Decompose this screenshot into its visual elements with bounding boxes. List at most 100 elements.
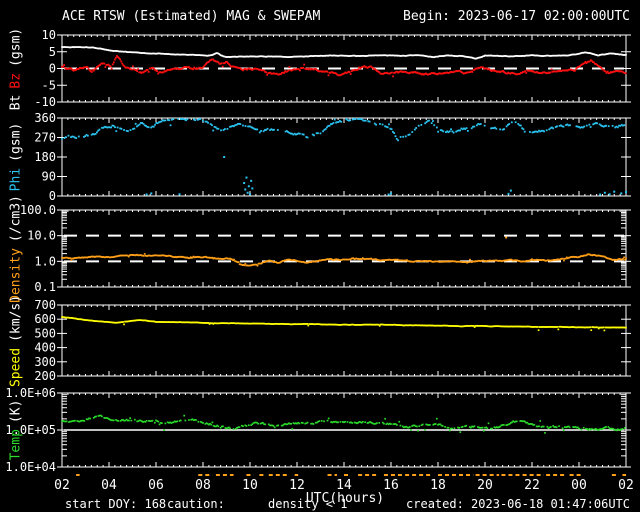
temp-trace-point	[562, 429, 565, 432]
phi-trace-point	[364, 119, 367, 122]
density-trace-point	[143, 253, 146, 255]
temp-trace-point	[238, 426, 241, 429]
phi-trace-point	[354, 118, 357, 120]
temp-trace-point	[326, 419, 329, 422]
phi-trace-point	[588, 123, 591, 126]
phi-trace-point	[133, 127, 136, 130]
axis-title-part: (K)	[8, 399, 24, 424]
phi-trace-point	[611, 124, 614, 127]
y-tick-label: 100.0	[20, 203, 56, 217]
phi-trace-point	[402, 135, 405, 138]
bz-trace-point	[112, 61, 115, 64]
bz-trace-point	[103, 62, 106, 65]
density-trace-point	[69, 257, 72, 260]
temp-trace-point	[302, 422, 304, 424]
bz-trace-point	[137, 68, 140, 70]
speed-trace-point	[557, 328, 560, 331]
y-tick-label: 5	[49, 45, 56, 59]
temp-trace-point	[580, 428, 583, 431]
temp-trace-point	[459, 431, 462, 433]
temp-trace-point	[195, 419, 197, 421]
phi-trace-point	[503, 128, 505, 131]
density-trace-point	[622, 258, 625, 260]
y-tick-label: 180	[34, 150, 56, 164]
temp-trace-point	[346, 421, 349, 423]
phi-outlier-point	[613, 190, 616, 193]
temp-trace-point	[544, 432, 546, 434]
y-tick-label: 500	[34, 326, 56, 340]
phi-trace-point	[242, 124, 244, 127]
phi-outlier-point	[509, 189, 512, 192]
phi-trace-point	[138, 123, 141, 126]
phi-trace-point	[317, 132, 319, 135]
density-trace-point	[469, 258, 471, 261]
phi-trace-point	[466, 129, 469, 132]
bz-trace-point	[302, 66, 305, 69]
temp-trace-point	[327, 417, 330, 420]
phi-trace-point	[61, 137, 63, 140]
temp-trace-point	[561, 427, 564, 430]
temp-trace-point	[273, 426, 276, 429]
phi-trace-point	[67, 134, 70, 137]
temp-trace-point	[211, 421, 214, 424]
phi-trace-point	[256, 128, 259, 131]
speed-trace-point	[537, 329, 540, 332]
bz-trace-point	[606, 70, 609, 73]
phi-trace-point	[616, 126, 619, 129]
bz-trace-point	[299, 69, 301, 72]
phi-trace-point	[211, 124, 213, 127]
phi-trace-point	[420, 124, 423, 126]
phi-trace-point	[186, 118, 189, 121]
phi-trace-point	[114, 126, 116, 129]
phi-trace-point	[324, 128, 327, 130]
phi-trace-point	[442, 130, 445, 133]
temp-trace-point	[453, 427, 456, 430]
x-tick-label: 06	[148, 478, 164, 493]
temp-trace-point	[465, 424, 468, 427]
temp-trace-point	[578, 427, 580, 430]
phi-trace-point	[452, 131, 455, 134]
y-tick-label: 90	[42, 170, 56, 184]
panel-mag-axis-title: Bt Bz (gsm)	[9, 24, 24, 112]
temp-trace-point	[161, 422, 163, 424]
temp-trace-point	[277, 424, 280, 427]
axis-title-part: Bt	[8, 94, 24, 110]
phi-trace-point	[465, 127, 468, 130]
temp-trace-point	[291, 428, 294, 430]
phi-trace-point	[207, 121, 209, 124]
phi-trace-point	[349, 119, 352, 122]
phi-trace-point	[239, 123, 242, 125]
panel-temp-axis-title: Temp (K)	[9, 397, 24, 464]
temp-trace-point	[491, 427, 493, 430]
density-outlier-point	[505, 236, 508, 239]
temp-trace-point	[398, 420, 401, 423]
density-trace-point	[244, 263, 247, 265]
temp-trace-point	[65, 420, 68, 423]
bz-trace-point	[130, 68, 133, 71]
bz-trace-point	[111, 63, 114, 66]
x-tick-label: 02	[54, 478, 70, 493]
phi-trace-point	[116, 126, 119, 129]
bz-trace-point	[136, 70, 138, 72]
phi-trace-point	[408, 133, 411, 136]
temp-trace-point	[344, 420, 347, 423]
phi-outlier-point	[390, 192, 392, 195]
phi-outlier-point	[249, 193, 251, 196]
temp-trace-point	[558, 425, 560, 428]
phi-trace-point	[399, 136, 402, 138]
temp-trace-point	[361, 421, 364, 423]
temp-trace-point	[605, 426, 607, 428]
phi-trace-point	[98, 128, 101, 131]
phi-trace-point	[223, 128, 226, 130]
temp-trace-point	[128, 419, 130, 422]
temp-trace-point	[74, 419, 76, 422]
phi-trace-point	[220, 129, 222, 132]
temp-trace-point	[424, 428, 426, 431]
phi-trace-point	[411, 131, 414, 133]
y-tick-label: 1.0	[34, 254, 56, 268]
phi-trace-point	[552, 127, 555, 130]
phi-trace-point	[332, 121, 335, 124]
temp-trace-point	[376, 422, 378, 424]
phi-trace-point	[508, 123, 511, 125]
phi-trace-point	[514, 121, 517, 124]
